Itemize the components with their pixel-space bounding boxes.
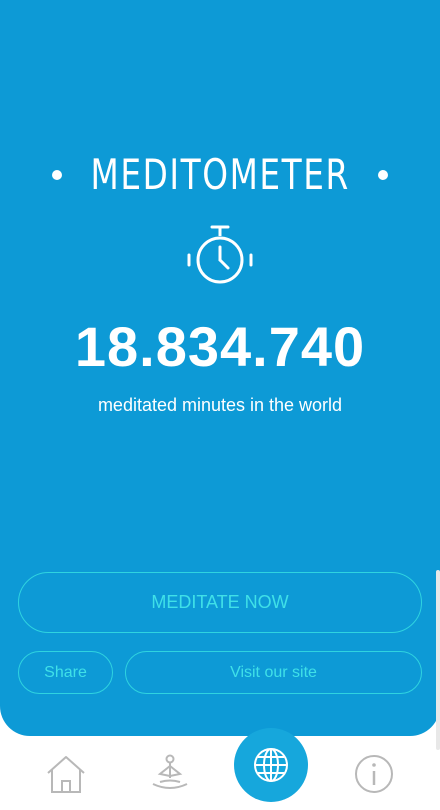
share-button[interactable]: Share xyxy=(18,651,113,694)
stopwatch-icon xyxy=(187,225,253,284)
meditate-now-button[interactable]: MEDITATE NOW xyxy=(18,572,422,633)
counter-label: meditated minutes in the world xyxy=(97,395,343,415)
info-icon[interactable] xyxy=(354,754,394,794)
main-panel: MEDITOMETER 18.834.740 meditated minutes… xyxy=(0,0,440,736)
home-icon[interactable] xyxy=(46,754,86,794)
meditation-counter: 18.834.740 xyxy=(74,315,366,378)
app-title: MEDITOMETER xyxy=(90,150,350,199)
meditation-pose-icon[interactable] xyxy=(150,754,190,794)
title-dot-left xyxy=(51,169,62,180)
title-row: MEDITOMETER xyxy=(0,150,440,199)
world-tab-button[interactable] xyxy=(234,728,308,802)
title-dot-right xyxy=(378,169,389,180)
visit-site-button[interactable]: Visit our site xyxy=(125,651,422,694)
bottom-navigation xyxy=(0,728,440,810)
scroll-indicator[interactable] xyxy=(436,570,440,750)
globe-icon xyxy=(254,748,288,782)
